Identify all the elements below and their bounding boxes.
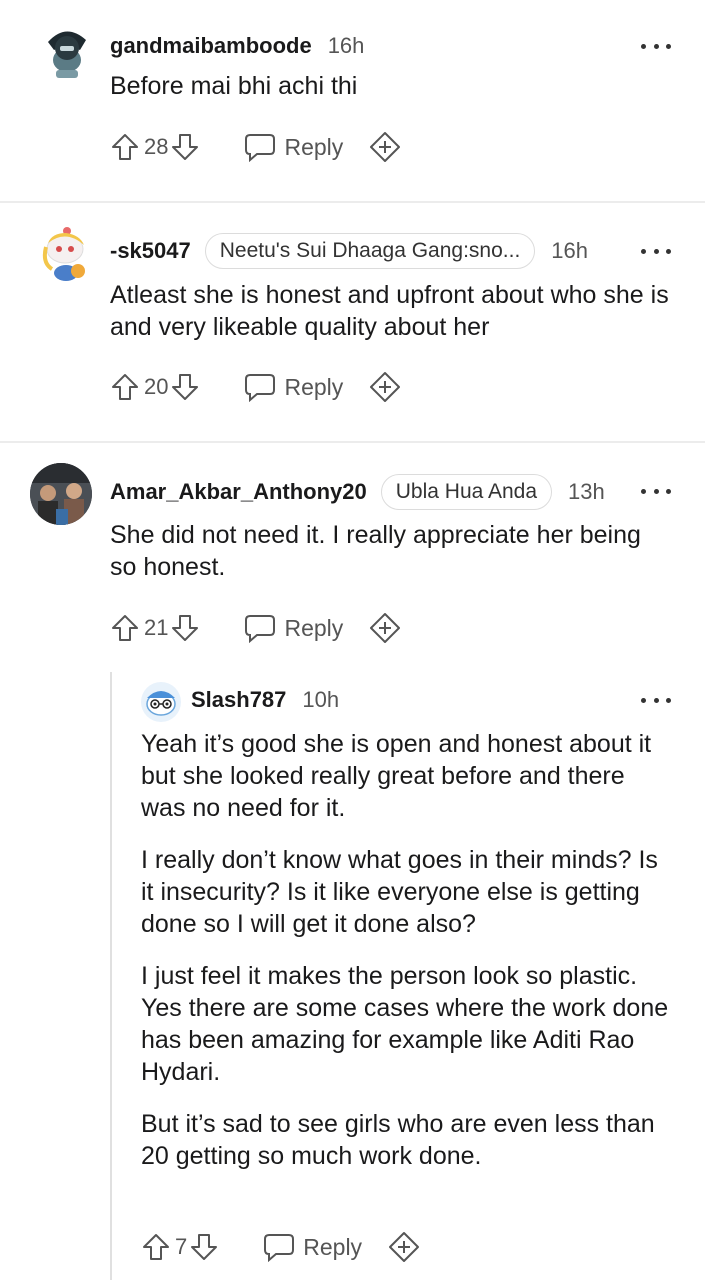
comment-actions: 20 Reply: [110, 367, 401, 407]
reply-button[interactable]: Reply: [244, 132, 343, 162]
upvote-icon[interactable]: [110, 372, 140, 402]
comment-actions: 7 Reply: [141, 1227, 420, 1267]
username[interactable]: -sk5047: [110, 238, 191, 264]
award-button[interactable]: [388, 1231, 420, 1263]
comment-3: Amar_Akbar_Anthony20 Ubla Hua Anda 13h S…: [0, 443, 705, 673]
user-flair[interactable]: Ubla Hua Anda: [380, 474, 553, 510]
award-button[interactable]: [369, 131, 401, 163]
more-options-icon[interactable]: [641, 36, 671, 56]
vote-count: 21: [144, 615, 169, 640]
vote-count: 7: [175, 1234, 188, 1259]
reply-label: Reply: [284, 373, 344, 400]
avatar[interactable]: [30, 463, 92, 525]
timestamp: 13h: [568, 479, 605, 504]
award-plus-icon: [369, 612, 401, 644]
comment-actions: 21 Reply: [110, 608, 401, 648]
reply-label: Reply: [284, 133, 344, 160]
more-options-icon[interactable]: [641, 241, 671, 261]
timestamp: 16h: [327, 33, 365, 58]
reply-label: Reply: [284, 614, 344, 641]
comment-body: Atleast she is honest and upfront about …: [110, 279, 670, 363]
avatar[interactable]: [36, 20, 98, 82]
vote-count: 20: [144, 374, 169, 399]
more-options-icon[interactable]: [641, 690, 671, 710]
reply-button[interactable]: Reply: [263, 1232, 362, 1262]
comment-paragraph: I just feel it makes the person look so …: [141, 962, 669, 1086]
downvote-icon[interactable]: [170, 132, 200, 162]
more-options-icon[interactable]: [641, 481, 671, 501]
user-flair[interactable]: Neetu's Sui Dhaaga Gang:sno...: [204, 233, 536, 269]
comment-body: She did not need it. I really appreciate…: [110, 519, 670, 603]
avatar[interactable]: [141, 682, 181, 722]
reply-label: Reply: [303, 1233, 363, 1260]
comment-body: Before mai bhi achi thi: [110, 70, 670, 122]
award-button[interactable]: [369, 612, 401, 644]
downvote-icon[interactable]: [170, 613, 200, 643]
comment-text: Before mai bhi achi thi: [110, 72, 358, 100]
username[interactable]: Amar_Akbar_Anthony20: [110, 479, 367, 505]
comment-1: gandmaibamboode 16h Before mai bhi achi …: [0, 0, 705, 200]
comment-2: -sk5047 Neetu's Sui Dhaaga Gang:sno... 1…: [0, 203, 705, 441]
reply-icon: [263, 1232, 295, 1262]
reply-icon: [244, 132, 276, 162]
timestamp: 10h: [302, 687, 340, 712]
comment-body: Yeah it’s good she is open and honest ab…: [141, 728, 671, 1192]
comment-text: She did not need it. I really appreciate…: [110, 521, 641, 581]
upvote-icon[interactable]: [110, 132, 140, 162]
username[interactable]: Slash787: [191, 687, 286, 713]
comment-paragraph: I really don’t know what goes in their m…: [141, 846, 658, 938]
downvote-icon[interactable]: [170, 372, 200, 402]
snoo-avatar-icon: [146, 691, 176, 716]
reply-icon: [244, 372, 276, 402]
snoo-avatar-icon: [48, 31, 86, 78]
award-plus-icon: [388, 1231, 420, 1263]
comment-actions: 28 Reply: [110, 127, 401, 167]
reply-button[interactable]: Reply: [244, 372, 343, 402]
timestamp: 16h: [551, 238, 589, 263]
comment-paragraph: Yeah it’s good she is open and honest ab…: [141, 730, 652, 822]
upvote-icon[interactable]: [110, 613, 140, 643]
award-button[interactable]: [369, 371, 401, 403]
reply-button[interactable]: Reply: [244, 613, 343, 643]
profile-photo-icon: [30, 463, 92, 525]
username[interactable]: gandmaibamboode: [110, 33, 312, 59]
upvote-icon[interactable]: [141, 1232, 171, 1262]
downvote-icon[interactable]: [189, 1232, 219, 1262]
vote-count: 28: [144, 134, 169, 159]
award-plus-icon: [369, 131, 401, 163]
comment-paragraph: But it’s sad to see girls who are even l…: [141, 1110, 655, 1170]
reply-icon: [244, 613, 276, 643]
comment-4-reply: Slash787 10h Yeah it’s good she is open …: [0, 672, 705, 1280]
comment-text: Atleast she is honest and upfront about …: [110, 281, 669, 341]
snoo-avatar-icon: [42, 227, 85, 281]
avatar[interactable]: [36, 223, 98, 285]
award-plus-icon: [369, 371, 401, 403]
